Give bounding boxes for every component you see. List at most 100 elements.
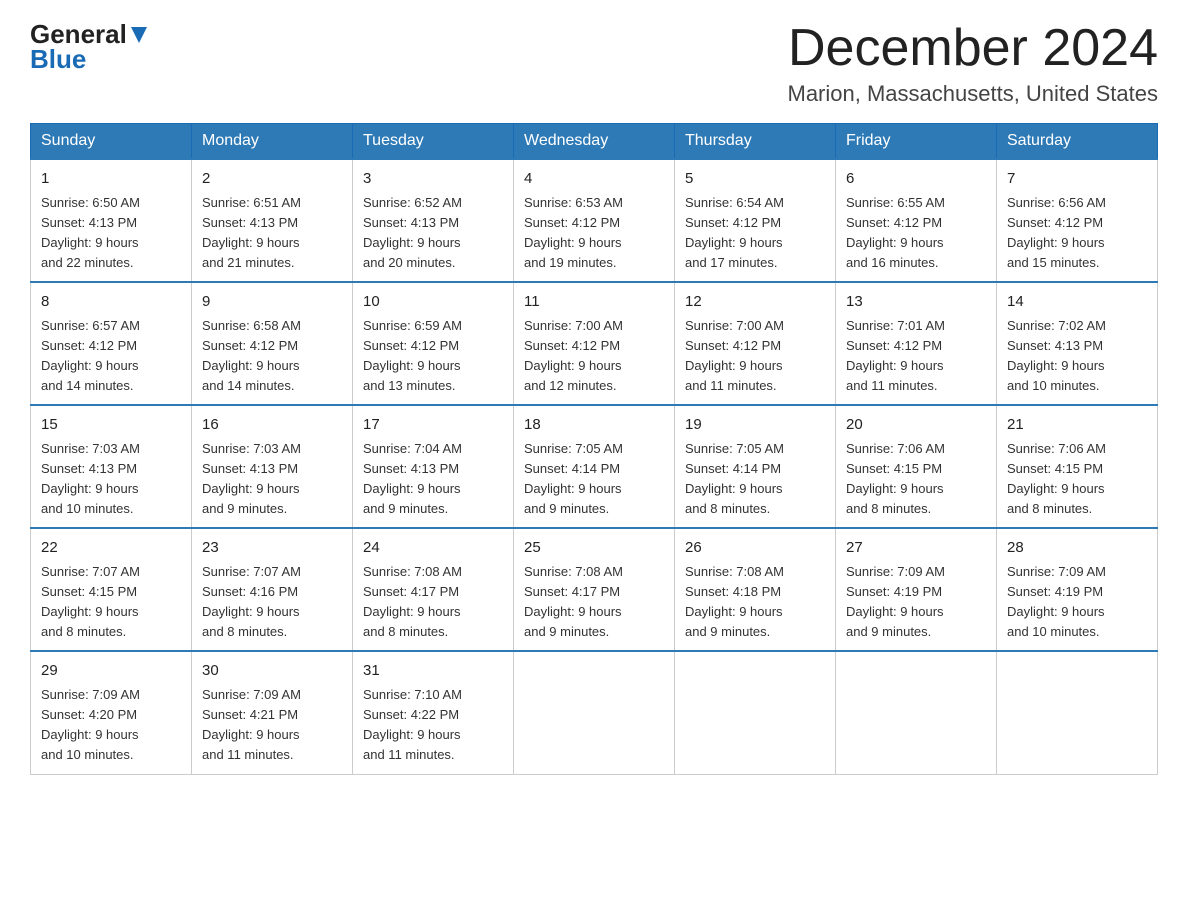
day-info: Sunrise: 6:53 AMSunset: 4:12 PMDaylight:… [524, 193, 664, 274]
day-number: 6 [846, 168, 986, 191]
day-info: Sunrise: 7:07 AMSunset: 4:16 PMDaylight:… [202, 562, 342, 643]
calendar-cell: 16Sunrise: 7:03 AMSunset: 4:13 PMDayligh… [192, 405, 353, 528]
calendar-cell: 3Sunrise: 6:52 AMSunset: 4:13 PMDaylight… [353, 159, 514, 282]
header-day-thursday: Thursday [675, 124, 836, 160]
day-info: Sunrise: 6:54 AMSunset: 4:12 PMDaylight:… [685, 193, 825, 274]
calendar-cell: 11Sunrise: 7:00 AMSunset: 4:12 PMDayligh… [514, 282, 675, 405]
day-info: Sunrise: 7:08 AMSunset: 4:17 PMDaylight:… [524, 562, 664, 643]
month-title: December 2024 [788, 20, 1159, 77]
calendar-cell: 23Sunrise: 7:07 AMSunset: 4:16 PMDayligh… [192, 528, 353, 651]
calendar-cell [514, 651, 675, 774]
calendar-cell: 2Sunrise: 6:51 AMSunset: 4:13 PMDaylight… [192, 159, 353, 282]
calendar-cell: 4Sunrise: 6:53 AMSunset: 4:12 PMDaylight… [514, 159, 675, 282]
calendar-cell [675, 651, 836, 774]
day-info: Sunrise: 6:55 AMSunset: 4:12 PMDaylight:… [846, 193, 986, 274]
calendar-table: SundayMondayTuesdayWednesdayThursdayFrid… [30, 123, 1158, 774]
day-number: 28 [1007, 537, 1147, 560]
day-info: Sunrise: 7:06 AMSunset: 4:15 PMDaylight:… [1007, 439, 1147, 520]
calendar-cell: 24Sunrise: 7:08 AMSunset: 4:17 PMDayligh… [353, 528, 514, 651]
day-number: 27 [846, 537, 986, 560]
day-info: Sunrise: 7:00 AMSunset: 4:12 PMDaylight:… [685, 316, 825, 397]
calendar-cell: 1Sunrise: 6:50 AMSunset: 4:13 PMDaylight… [31, 159, 192, 282]
day-number: 21 [1007, 414, 1147, 437]
day-info: Sunrise: 7:05 AMSunset: 4:14 PMDaylight:… [524, 439, 664, 520]
day-info: Sunrise: 7:03 AMSunset: 4:13 PMDaylight:… [41, 439, 181, 520]
header-day-sunday: Sunday [31, 124, 192, 160]
day-info: Sunrise: 6:50 AMSunset: 4:13 PMDaylight:… [41, 193, 181, 274]
day-number: 29 [41, 660, 181, 683]
day-info: Sunrise: 7:10 AMSunset: 4:22 PMDaylight:… [363, 685, 503, 766]
calendar-week-row: 22Sunrise: 7:07 AMSunset: 4:15 PMDayligh… [31, 528, 1158, 651]
calendar-cell: 13Sunrise: 7:01 AMSunset: 4:12 PMDayligh… [836, 282, 997, 405]
day-info: Sunrise: 7:09 AMSunset: 4:19 PMDaylight:… [846, 562, 986, 643]
calendar-cell: 5Sunrise: 6:54 AMSunset: 4:12 PMDaylight… [675, 159, 836, 282]
calendar-cell: 9Sunrise: 6:58 AMSunset: 4:12 PMDaylight… [192, 282, 353, 405]
calendar-cell: 30Sunrise: 7:09 AMSunset: 4:21 PMDayligh… [192, 651, 353, 774]
day-info: Sunrise: 6:57 AMSunset: 4:12 PMDaylight:… [41, 316, 181, 397]
day-number: 26 [685, 537, 825, 560]
calendar-header-row: SundayMondayTuesdayWednesdayThursdayFrid… [31, 124, 1158, 160]
calendar-cell: 21Sunrise: 7:06 AMSunset: 4:15 PMDayligh… [997, 405, 1158, 528]
day-number: 23 [202, 537, 342, 560]
header-day-wednesday: Wednesday [514, 124, 675, 160]
logo: General Blue [30, 20, 149, 73]
day-info: Sunrise: 7:08 AMSunset: 4:17 PMDaylight:… [363, 562, 503, 643]
logo-arrow-icon [129, 25, 149, 45]
calendar-cell: 14Sunrise: 7:02 AMSunset: 4:13 PMDayligh… [997, 282, 1158, 405]
day-number: 8 [41, 291, 181, 314]
day-info: Sunrise: 7:02 AMSunset: 4:13 PMDaylight:… [1007, 316, 1147, 397]
calendar-cell: 27Sunrise: 7:09 AMSunset: 4:19 PMDayligh… [836, 528, 997, 651]
location-title: Marion, Massachusetts, United States [788, 81, 1159, 107]
day-info: Sunrise: 6:59 AMSunset: 4:12 PMDaylight:… [363, 316, 503, 397]
calendar-cell: 6Sunrise: 6:55 AMSunset: 4:12 PMDaylight… [836, 159, 997, 282]
day-info: Sunrise: 6:58 AMSunset: 4:12 PMDaylight:… [202, 316, 342, 397]
day-info: Sunrise: 7:03 AMSunset: 4:13 PMDaylight:… [202, 439, 342, 520]
calendar-cell: 19Sunrise: 7:05 AMSunset: 4:14 PMDayligh… [675, 405, 836, 528]
day-number: 7 [1007, 168, 1147, 191]
calendar-week-row: 8Sunrise: 6:57 AMSunset: 4:12 PMDaylight… [31, 282, 1158, 405]
day-info: Sunrise: 7:04 AMSunset: 4:13 PMDaylight:… [363, 439, 503, 520]
logo-blue-text: Blue [30, 45, 149, 74]
calendar-cell: 28Sunrise: 7:09 AMSunset: 4:19 PMDayligh… [997, 528, 1158, 651]
day-info: Sunrise: 7:01 AMSunset: 4:12 PMDaylight:… [846, 316, 986, 397]
calendar-week-row: 29Sunrise: 7:09 AMSunset: 4:20 PMDayligh… [31, 651, 1158, 774]
day-number: 30 [202, 660, 342, 683]
calendar-cell: 8Sunrise: 6:57 AMSunset: 4:12 PMDaylight… [31, 282, 192, 405]
calendar-cell: 20Sunrise: 7:06 AMSunset: 4:15 PMDayligh… [836, 405, 997, 528]
day-number: 4 [524, 168, 664, 191]
header-day-monday: Monday [192, 124, 353, 160]
day-number: 12 [685, 291, 825, 314]
calendar-cell: 7Sunrise: 6:56 AMSunset: 4:12 PMDaylight… [997, 159, 1158, 282]
day-number: 15 [41, 414, 181, 437]
day-number: 31 [363, 660, 503, 683]
day-info: Sunrise: 7:05 AMSunset: 4:14 PMDaylight:… [685, 439, 825, 520]
calendar-cell: 17Sunrise: 7:04 AMSunset: 4:13 PMDayligh… [353, 405, 514, 528]
calendar-cell: 15Sunrise: 7:03 AMSunset: 4:13 PMDayligh… [31, 405, 192, 528]
logo-text-group: General Blue [30, 20, 149, 73]
header-day-saturday: Saturday [997, 124, 1158, 160]
calendar-cell: 12Sunrise: 7:00 AMSunset: 4:12 PMDayligh… [675, 282, 836, 405]
calendar-cell: 25Sunrise: 7:08 AMSunset: 4:17 PMDayligh… [514, 528, 675, 651]
day-info: Sunrise: 6:56 AMSunset: 4:12 PMDaylight:… [1007, 193, 1147, 274]
day-number: 13 [846, 291, 986, 314]
day-info: Sunrise: 7:08 AMSunset: 4:18 PMDaylight:… [685, 562, 825, 643]
calendar-cell: 18Sunrise: 7:05 AMSunset: 4:14 PMDayligh… [514, 405, 675, 528]
calendar-week-row: 1Sunrise: 6:50 AMSunset: 4:13 PMDaylight… [31, 159, 1158, 282]
page-header: General Blue December 2024 Marion, Massa… [30, 20, 1158, 107]
day-info: Sunrise: 6:51 AMSunset: 4:13 PMDaylight:… [202, 193, 342, 274]
day-info: Sunrise: 6:52 AMSunset: 4:13 PMDaylight:… [363, 193, 503, 274]
header-day-friday: Friday [836, 124, 997, 160]
day-info: Sunrise: 7:07 AMSunset: 4:15 PMDaylight:… [41, 562, 181, 643]
calendar-cell: 29Sunrise: 7:09 AMSunset: 4:20 PMDayligh… [31, 651, 192, 774]
day-number: 9 [202, 291, 342, 314]
day-number: 22 [41, 537, 181, 560]
day-info: Sunrise: 7:09 AMSunset: 4:20 PMDaylight:… [41, 685, 181, 766]
day-number: 11 [524, 291, 664, 314]
calendar-cell: 31Sunrise: 7:10 AMSunset: 4:22 PMDayligh… [353, 651, 514, 774]
day-number: 10 [363, 291, 503, 314]
day-number: 5 [685, 168, 825, 191]
day-info: Sunrise: 7:09 AMSunset: 4:19 PMDaylight:… [1007, 562, 1147, 643]
day-number: 24 [363, 537, 503, 560]
calendar-cell [997, 651, 1158, 774]
day-info: Sunrise: 7:00 AMSunset: 4:12 PMDaylight:… [524, 316, 664, 397]
